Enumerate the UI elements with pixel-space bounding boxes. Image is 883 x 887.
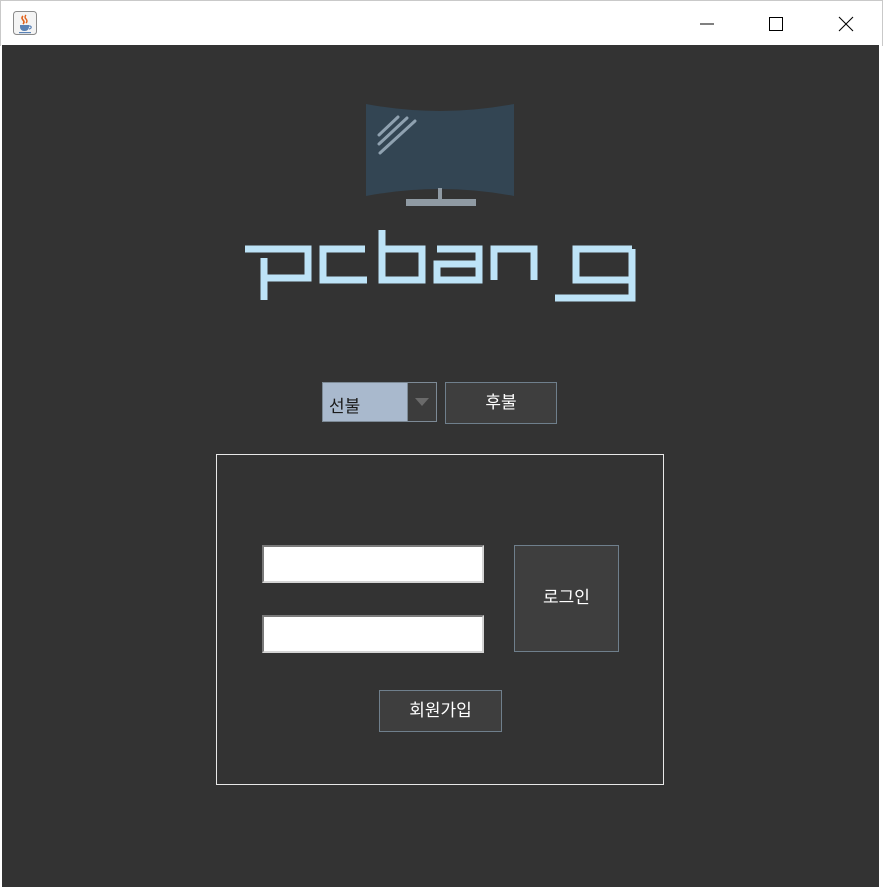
password-input[interactable] (262, 615, 484, 653)
minimize-button[interactable] (672, 1, 742, 46)
maximize-icon (769, 17, 783, 31)
id-input[interactable] (262, 545, 484, 583)
postpay-button[interactable]: 후불 (445, 382, 557, 424)
title-bar (0, 0, 883, 46)
payment-mode-value: 선불 (329, 397, 361, 417)
pcbang-wordmark (245, 230, 636, 302)
maximize-button[interactable] (741, 1, 811, 46)
close-button[interactable] (811, 1, 881, 46)
payment-mode-select[interactable]: 선불 (322, 382, 437, 422)
chevron-down-icon (415, 398, 429, 406)
java-cup-icon[interactable] (13, 11, 37, 35)
close-icon (838, 16, 854, 32)
monitor-icon (366, 104, 514, 206)
minimize-icon (700, 23, 714, 25)
signup-button[interactable]: 회원가입 (379, 690, 502, 732)
dropdown-button[interactable] (407, 383, 436, 421)
pcbang-logo (245, 104, 636, 302)
app-window: 선불 후불 로그인 회원가입 (0, 0, 883, 887)
main-content: 선불 후불 로그인 회원가입 (2, 45, 879, 887)
login-button[interactable]: 로그인 (514, 545, 619, 652)
